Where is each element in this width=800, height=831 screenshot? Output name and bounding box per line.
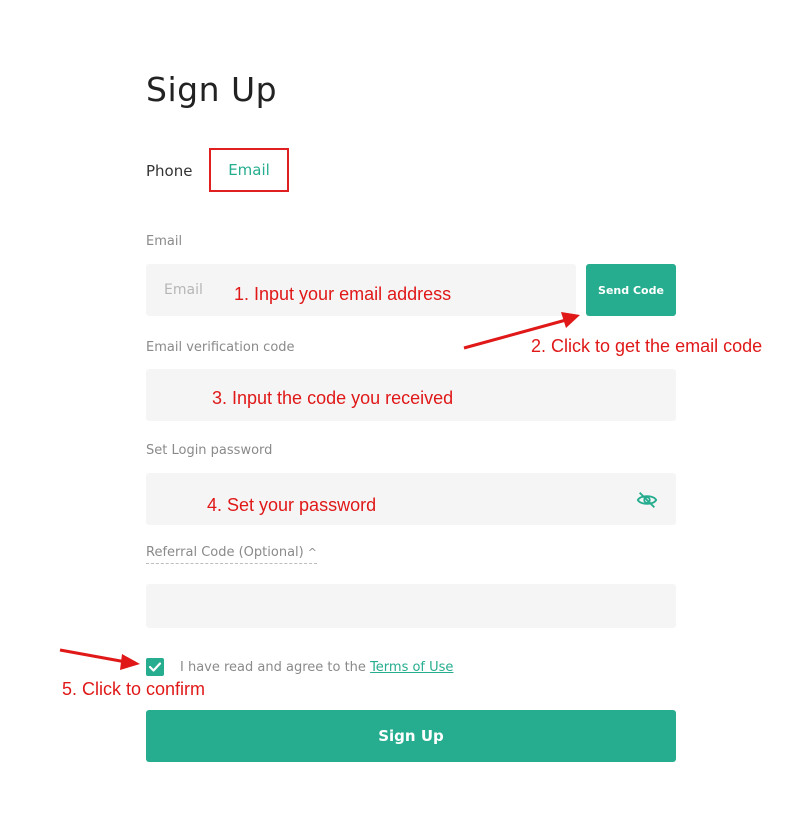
arrow-send-code (463, 312, 580, 350)
annotation-arrows (59, 312, 580, 670)
arrow-checkbox (59, 648, 140, 670)
